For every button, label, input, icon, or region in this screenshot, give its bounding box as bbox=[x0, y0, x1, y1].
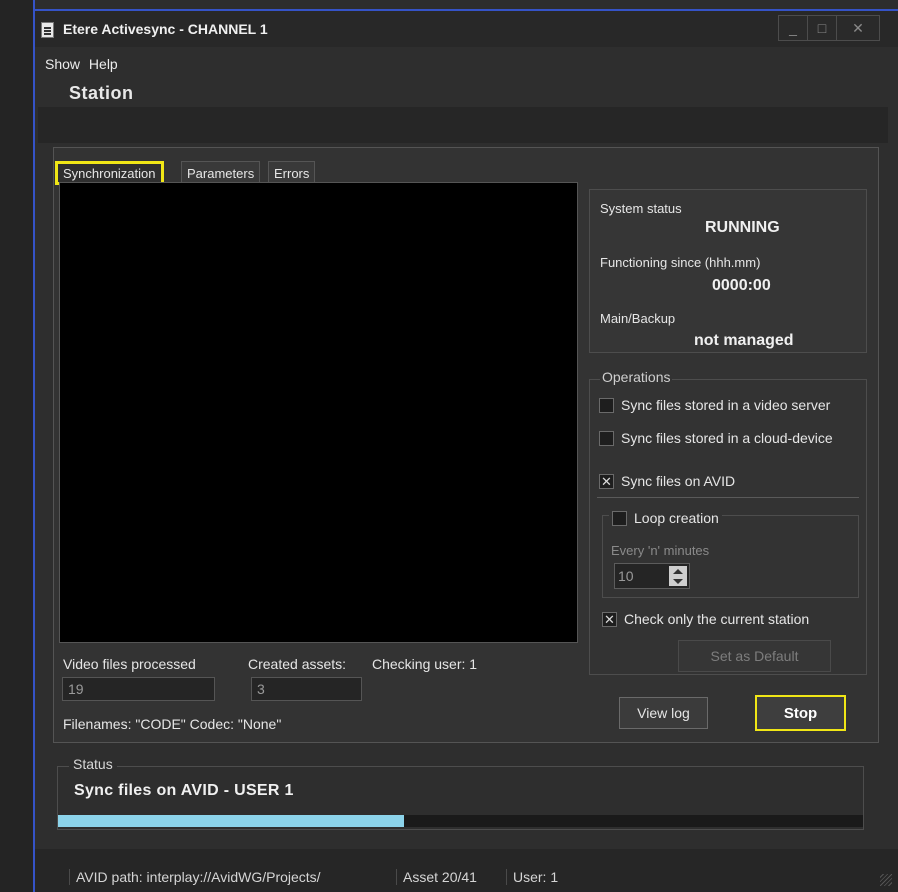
status-message: Sync files on AVID - USER 1 bbox=[74, 782, 294, 799]
toolbar-strip bbox=[38, 107, 888, 143]
checking-user-label: Checking user: 1 bbox=[372, 656, 478, 672]
cloud-device-checkbox[interactable] bbox=[599, 430, 614, 446]
loop-creation-option[interactable]: Loop creation bbox=[609, 510, 722, 526]
loop-creation-label: Loop creation bbox=[634, 510, 719, 526]
operations-legend: Operations bbox=[600, 369, 673, 385]
current-station-checkbox[interactable]: ✕ bbox=[602, 611, 617, 627]
close-button[interactable]: ✕ bbox=[836, 15, 880, 41]
avid-option[interactable]: ✕ Sync files on AVID bbox=[599, 473, 735, 489]
avid-checkbox[interactable]: ✕ bbox=[599, 473, 614, 489]
menu-bar: Show Help bbox=[45, 56, 123, 72]
station-title: Station bbox=[69, 83, 134, 103]
video-files-label: Video files processed bbox=[63, 656, 196, 672]
functioning-since-value: 0000:00 bbox=[712, 277, 771, 294]
filenames-codec-label: Filenames: "CODE" Codec: "None" bbox=[63, 716, 282, 732]
cloud-device-option[interactable]: Sync files stored in a cloud-device bbox=[599, 430, 833, 446]
maximize-button[interactable]: □ bbox=[807, 15, 837, 41]
every-minutes-label: Every 'n' minutes bbox=[611, 543, 710, 558]
app-window: Etere Activesync - CHANNEL 1 _ □ ✕ Show … bbox=[35, 11, 898, 892]
video-server-label: Sync files stored in a video server bbox=[621, 397, 831, 413]
status-bar: AVID path: interplay://AvidWG/Projects/ … bbox=[35, 849, 898, 892]
video-files-value: 19 bbox=[62, 677, 215, 701]
functioning-since-label: Functioning since (hhh.mm) bbox=[600, 255, 761, 270]
asset-counter: Asset 20/41 bbox=[396, 869, 477, 885]
system-status-label: System status bbox=[600, 201, 682, 216]
loop-creation-checkbox[interactable] bbox=[612, 510, 627, 526]
user-indicator: User: 1 bbox=[506, 869, 558, 885]
progress-bar bbox=[58, 815, 863, 827]
avid-path: AVID path: interplay://AvidWG/Projects/ bbox=[69, 869, 321, 885]
window-controls: _ □ ✕ bbox=[778, 15, 880, 41]
stop-button[interactable]: Stop bbox=[755, 695, 846, 731]
system-status-box: System status RUNNING Functioning since … bbox=[589, 189, 867, 353]
system-status-value: RUNNING bbox=[705, 219, 780, 236]
sync-preview-panel bbox=[59, 182, 578, 643]
status-legend: Status bbox=[69, 756, 117, 772]
current-station-option[interactable]: ✕ Check only the current station bbox=[602, 611, 809, 627]
app-icon bbox=[41, 22, 54, 38]
main-backup-value: not managed bbox=[694, 332, 794, 349]
current-station-label: Check only the current station bbox=[624, 611, 810, 627]
main-backup-label: Main/Backup bbox=[600, 311, 676, 326]
progress-fill bbox=[58, 815, 405, 827]
title-bar[interactable]: Etere Activesync - CHANNEL 1 _ □ ✕ bbox=[35, 11, 898, 47]
window-title: Etere Activesync - CHANNEL 1 bbox=[63, 21, 268, 37]
view-log-button[interactable]: View log bbox=[619, 697, 708, 729]
minutes-stepper[interactable]: 10 bbox=[614, 563, 690, 589]
video-server-checkbox[interactable] bbox=[599, 397, 614, 413]
set-as-default-button[interactable]: Set as Default bbox=[678, 640, 831, 672]
arrow-down-icon[interactable] bbox=[673, 578, 683, 584]
video-server-option[interactable]: Sync files stored in a video server bbox=[599, 397, 830, 413]
avid-label: Sync files on AVID bbox=[621, 473, 736, 489]
operations-separator bbox=[597, 497, 859, 498]
cloud-device-label: Sync files stored in a cloud-device bbox=[621, 430, 833, 446]
created-assets-value: 3 bbox=[251, 677, 362, 701]
resize-grip-icon[interactable] bbox=[880, 874, 892, 886]
menu-help[interactable]: Help bbox=[89, 56, 118, 72]
arrow-up-icon[interactable] bbox=[673, 568, 683, 574]
minimize-button[interactable]: _ bbox=[778, 15, 808, 41]
menu-show[interactable]: Show bbox=[45, 56, 80, 72]
stepper-arrows[interactable] bbox=[669, 566, 687, 586]
minutes-value[interactable]: 10 bbox=[618, 568, 634, 584]
created-assets-label: Created assets: bbox=[248, 656, 347, 672]
desktop-background bbox=[0, 0, 33, 892]
